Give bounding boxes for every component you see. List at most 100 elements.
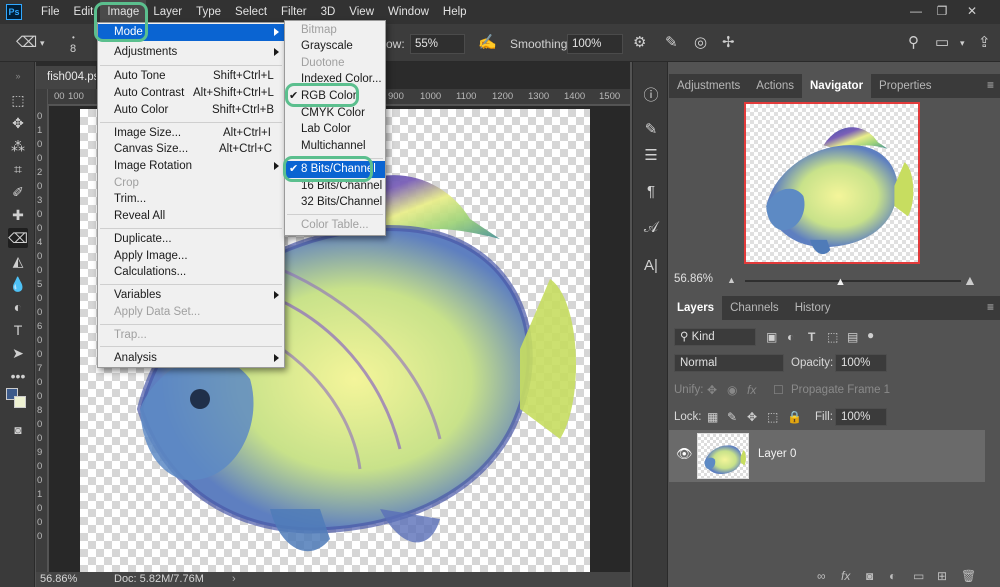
path-select-tool-icon[interactable]: ➤ xyxy=(8,343,28,363)
image-menu-apply-data-set[interactable]: Apply Data Set... xyxy=(98,304,284,321)
more-tools-icon[interactable]: ••• xyxy=(8,366,28,386)
layer-name[interactable]: Layer 0 xyxy=(758,448,796,460)
zoom-out-icon[interactable]: ▲ xyxy=(727,275,736,285)
minimize-icon[interactable]: — xyxy=(906,2,926,20)
gear-icon[interactable]: ⚙ xyxy=(633,33,646,53)
lock-artboard-icon[interactable]: ⬚ xyxy=(767,408,778,426)
workspace-icon[interactable]: ▭ xyxy=(935,33,949,53)
share-icon[interactable]: ⇪ xyxy=(978,33,991,53)
menu-image[interactable]: Image xyxy=(100,0,147,24)
type-tool-icon[interactable]: T xyxy=(8,320,28,340)
mode-duotone[interactable]: Duotone xyxy=(285,55,385,72)
image-menu-auto-color[interactable]: Auto Color Shift+Ctrl+B xyxy=(98,102,284,119)
status-zoom[interactable]: 56.86% xyxy=(40,572,77,587)
lock-transparent-icon[interactable]: ▦ xyxy=(707,408,718,426)
menu-window[interactable]: Window xyxy=(381,0,436,24)
marquee-tool-icon[interactable]: ⬚ xyxy=(8,90,28,110)
mode-rgb-color[interactable]: ✔ RGB Color xyxy=(285,88,385,105)
propagate-checkbox[interactable]: ☐ xyxy=(773,381,784,399)
lock-all-icon[interactable]: 🔒 xyxy=(787,408,802,426)
link-layers-icon[interactable]: ∞ xyxy=(817,569,826,583)
character-icon[interactable]: A| xyxy=(641,256,661,276)
quick-mask-icon[interactable]: ◙ xyxy=(8,420,28,440)
airbrush-icon[interactable]: ✍ xyxy=(478,33,497,53)
delete-layer-icon[interactable]: 🗑 xyxy=(961,569,976,583)
menu-select[interactable]: Select xyxy=(228,0,274,24)
fill-input[interactable]: 100% xyxy=(835,408,887,426)
search-icon[interactable]: ⚲ xyxy=(908,33,919,53)
panel-menu-icon[interactable]: ≡ xyxy=(987,78,994,92)
healing-tool-icon[interactable]: ✚ xyxy=(8,205,28,225)
menu-help[interactable]: Help xyxy=(436,0,474,24)
mode-8-bits[interactable]: ✔ 8 Bits/Channel xyxy=(285,161,385,178)
image-menu-image-size[interactable]: Image Size... Alt+Ctrl+I xyxy=(98,125,284,142)
pressure-icon[interactable]: ◎ xyxy=(694,33,707,53)
tab-navigator[interactable]: Navigator xyxy=(802,74,872,98)
menu-file[interactable]: File xyxy=(34,0,67,24)
layer-row[interactable]: 👁 Layer 0 xyxy=(669,430,985,482)
restore-icon[interactable]: ❐ xyxy=(932,2,952,20)
zoom-slider-thumb[interactable]: ▲ xyxy=(835,276,846,288)
crop-tool-icon[interactable]: ⌗ xyxy=(8,159,28,179)
image-menu-apply-image[interactable]: Apply Image... xyxy=(98,248,284,265)
mode-lab-color[interactable]: Lab Color xyxy=(285,121,385,138)
mode-16-bits[interactable]: 16 Bits/Channel xyxy=(285,178,385,195)
visibility-eye-icon[interactable]: 👁 xyxy=(676,446,693,462)
glyphs-icon[interactable]: 𝒜 xyxy=(641,218,661,238)
lock-position-icon[interactable]: ✥ xyxy=(747,408,757,426)
move-tool-icon[interactable]: ✥ xyxy=(8,113,28,133)
blend-mode-select[interactable]: Normal xyxy=(674,354,784,372)
filter-toggle-icon[interactable]: ● xyxy=(867,326,874,344)
image-menu-image-rotation[interactable]: Image Rotation xyxy=(98,158,284,175)
info-icon[interactable]: ⓘ xyxy=(641,86,661,106)
opacity-input[interactable]: 100% xyxy=(835,354,887,372)
magic-wand-tool-icon[interactable]: ⁂ xyxy=(8,136,28,156)
mode-color-table[interactable]: Color Table... xyxy=(285,217,385,234)
smoothing-input[interactable]: 100% xyxy=(567,34,623,54)
blur-tool-icon[interactable]: 💧 xyxy=(8,274,28,294)
eraser-tool-icon[interactable]: ⌫ xyxy=(8,228,28,248)
toolbar-grip-icon[interactable]: » xyxy=(8,66,28,86)
navigator-zoom[interactable]: 56.86% xyxy=(674,273,713,285)
zoom-slider-track[interactable] xyxy=(745,280,961,282)
add-style-icon[interactable]: fx xyxy=(841,569,850,583)
navigator-preview[interactable] xyxy=(744,102,920,264)
filter-smart-object-icon[interactable]: ▤ xyxy=(847,328,858,346)
paragraph-icon[interactable]: ¶ xyxy=(641,182,661,202)
brush-tool-icon[interactable]: ✐ xyxy=(8,182,28,202)
brush-settings-icon[interactable]: ✎ xyxy=(641,120,661,140)
new-group-icon[interactable]: ▭ xyxy=(913,569,924,583)
flow-input[interactable]: 55% xyxy=(410,34,465,54)
chevron-down-icon[interactable]: ▾ xyxy=(40,33,45,53)
dodge-tool-icon[interactable]: ◐ xyxy=(8,297,28,317)
image-menu-trim[interactable]: Trim... xyxy=(98,191,284,208)
tab-history[interactable]: History xyxy=(787,296,839,320)
image-menu-reveal-all[interactable]: Reveal All xyxy=(98,208,284,225)
zoom-in-icon[interactable]: ▲ xyxy=(963,272,977,288)
workspace-chevron-icon[interactable]: ▾ xyxy=(960,33,965,53)
add-mask-icon[interactable]: ◙ xyxy=(866,569,873,583)
image-menu-mode[interactable]: Mode xyxy=(98,24,284,41)
background-color-swatch[interactable] xyxy=(14,396,26,408)
mode-grayscale[interactable]: Grayscale xyxy=(285,38,385,55)
new-layer-icon[interactable]: ⊞ xyxy=(937,569,947,583)
image-menu-analysis[interactable]: Analysis xyxy=(98,350,284,367)
filter-adjustment-icon[interactable]: ◐ xyxy=(787,328,794,346)
image-menu-auto-contrast[interactable]: Auto Contrast Alt+Shift+Ctrl+L xyxy=(98,85,284,102)
tab-properties[interactable]: Properties xyxy=(871,74,939,98)
filter-shape-icon[interactable]: ⬚ xyxy=(827,328,838,346)
symmetry-icon[interactable]: ✢ xyxy=(722,33,735,53)
mode-cmyk-color[interactable]: CMYK Color xyxy=(285,105,385,122)
lock-pixels-icon[interactable]: ✎ xyxy=(727,408,737,426)
adjustment-layer-icon[interactable]: ◐ xyxy=(889,569,896,583)
image-menu-variables[interactable]: Variables xyxy=(98,287,284,304)
tab-channels[interactable]: Channels xyxy=(722,296,787,320)
sliders-icon[interactable]: ☰ xyxy=(641,146,661,166)
mode-32-bits[interactable]: 32 Bits/Channel xyxy=(285,194,385,211)
filter-pixel-icon[interactable]: ▣ xyxy=(766,328,777,346)
unify-style-icon[interactable]: fx xyxy=(747,381,756,399)
eraser-icon[interactable]: ⌫ xyxy=(16,33,37,53)
menu-type[interactable]: Type xyxy=(189,0,228,24)
tab-layers[interactable]: Layers xyxy=(669,296,723,320)
erase-history-icon[interactable]: ✎ xyxy=(665,33,678,53)
